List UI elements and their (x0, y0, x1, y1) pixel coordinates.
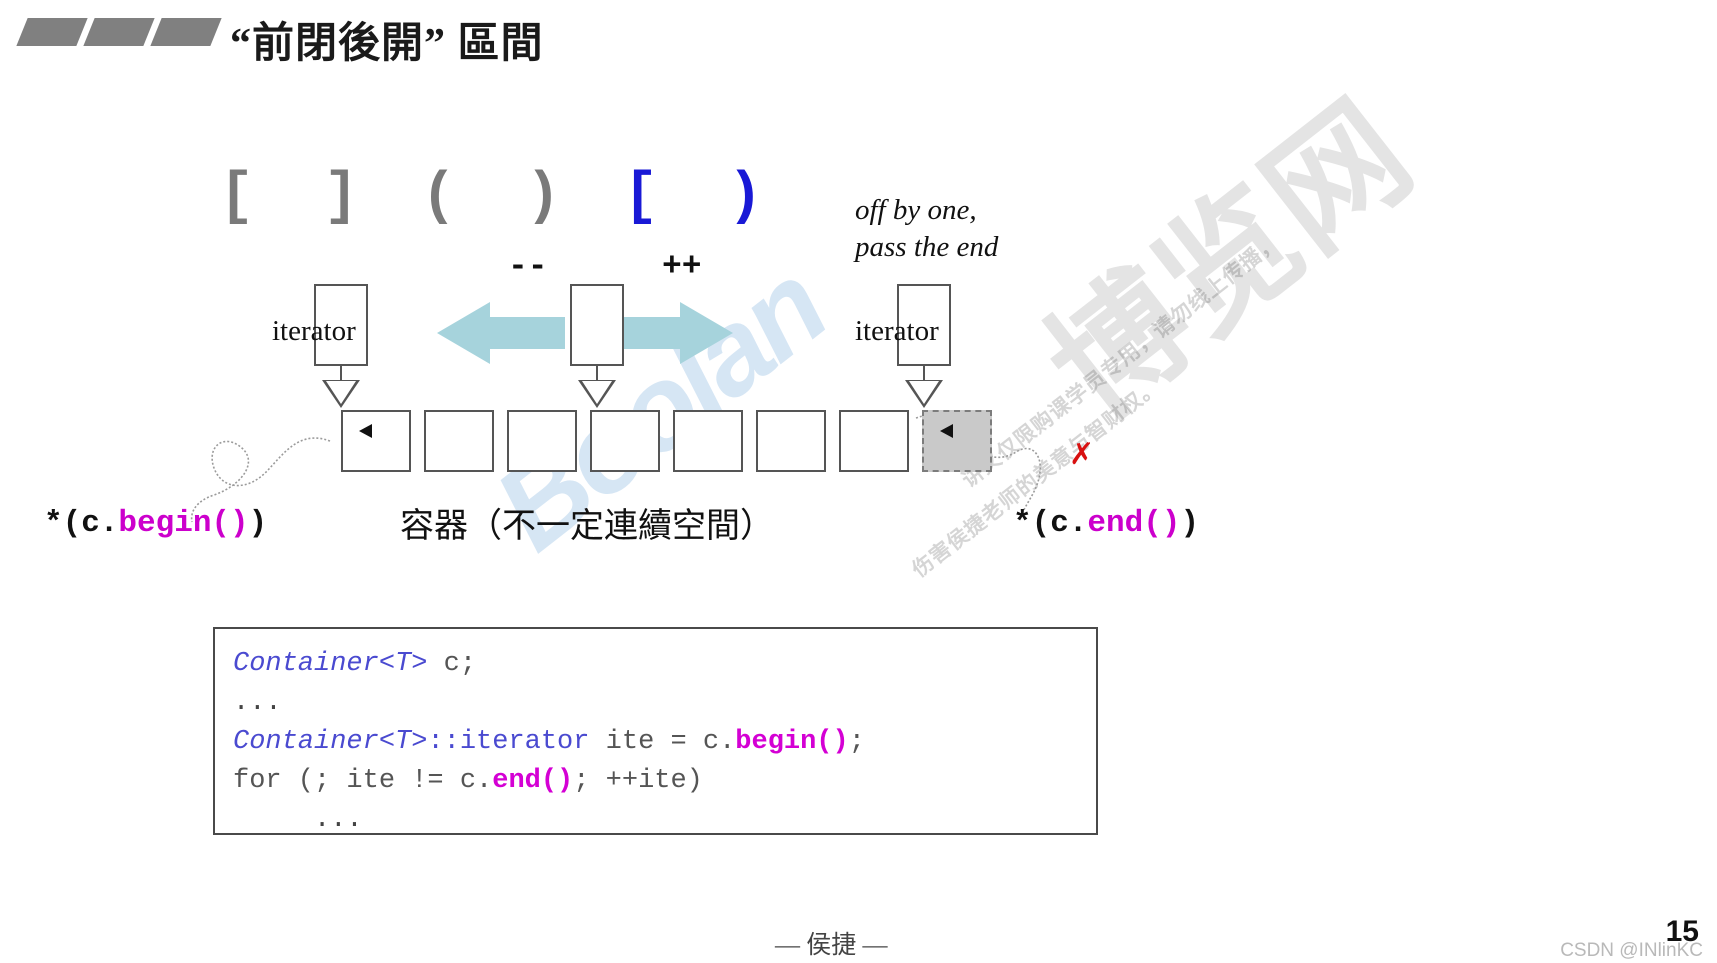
code-l1-template: Container<T> (233, 649, 428, 679)
begin-iterator-label: iterator (272, 315, 356, 347)
off-by-one-note-line-2: pass the end (855, 231, 999, 264)
half-open-interval-brackets: [ ) (623, 165, 763, 230)
code-line-1: Container<T> c; (233, 645, 1096, 684)
code-sample-box: Container<T> c; ... Container<T>::iterat… (213, 627, 1098, 835)
slide-root: “前閉後開” 區間 [ ] ( ) [ ) iterator -- ++ ite… (0, 0, 1717, 963)
off-by-one-note-line-1: off by one, (855, 194, 977, 226)
code-l1-rest: c; (427, 649, 477, 679)
code-line-3: Container<T>::iterator ite = c.begin(); (233, 723, 1096, 762)
current-iterator-pointer-arrow (578, 380, 616, 408)
begin-element-pointer-icon (359, 424, 372, 438)
decrement-arrow-left (437, 302, 565, 364)
code-line-2: ... (233, 684, 1096, 723)
deref-begin-suffix: ) (248, 506, 268, 541)
interval-notation-row: [ ] ( ) [ ) (80, 100, 763, 295)
bullet-mark-3 (150, 18, 222, 46)
begin-iterator-pointer-arrow (322, 380, 360, 408)
container-cell-3 (507, 410, 577, 472)
container-cell-1 (341, 410, 411, 472)
container-cell-2 (424, 410, 494, 472)
deref-end-prefix: *(c. (1013, 506, 1088, 541)
deref-end-label: *(c.end()) (1013, 506, 1199, 541)
bullet-marks (16, 18, 222, 46)
container-cell-5 (673, 410, 743, 472)
deref-end-suffix: ) (1180, 506, 1200, 541)
code-line-5: ... (233, 801, 1096, 840)
slide-header: “前閉後開” 區間 (0, 0, 1717, 80)
code-line-4: for (; ite != c.end(); ++ite) (233, 762, 1096, 801)
container-cell-6 (756, 410, 826, 472)
closed-interval-brackets: [ ] (219, 165, 359, 230)
end-iterator-label: iterator (855, 315, 939, 347)
end-element-pointer-icon (940, 424, 953, 438)
bullet-mark-1 (16, 18, 88, 46)
csdn-watermark: CSDN @INlinKC (1560, 940, 1703, 961)
off-by-one-note: off by one, pass the end (855, 192, 998, 266)
code-l4-end-call: end() (492, 765, 574, 796)
current-iterator-box (570, 284, 624, 366)
code-l3-scope: ::iterator (427, 726, 590, 757)
code-l5-ellipsis: ... (233, 804, 363, 835)
code-l4-pre: for (; ite != c. (233, 765, 493, 796)
container-cell-4 (590, 410, 660, 472)
page-title: “前閉後開” 區間 (230, 21, 544, 67)
code-l3-tail: ; (848, 726, 865, 757)
container-caption: 容器（不一定連續空間） (400, 508, 774, 545)
deref-begin-call: begin() (118, 506, 249, 541)
code-l3-mid: ite = c. (589, 726, 736, 757)
bullet-mark-2 (83, 18, 155, 46)
container-cell-7 (839, 410, 909, 472)
deref-begin-prefix: *(c. (44, 506, 119, 541)
code-l2-ellipsis: ... (233, 687, 282, 718)
code-l4-post: ; ++ite) (573, 765, 703, 796)
author-footer: — 侯捷 — (775, 932, 888, 959)
deref-begin-label: *(c.begin()) (44, 506, 267, 541)
invalid-deref-x-icon: ✗ (1069, 438, 1095, 471)
increment-arrow-right (605, 302, 733, 364)
open-interval-parens: ( ) (421, 165, 561, 230)
end-iterator-pointer-arrow (905, 380, 943, 408)
code-l3-begin-call: begin() (735, 726, 849, 757)
container-cell-past-the-end (922, 410, 992, 472)
deref-end-call: end() (1087, 506, 1181, 541)
code-l3-template: Container<T> (233, 726, 428, 757)
